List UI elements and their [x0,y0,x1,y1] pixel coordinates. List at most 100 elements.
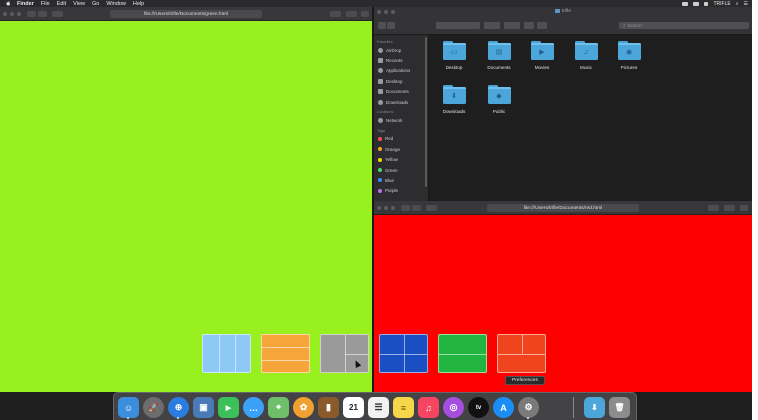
address-bar[interactable]: file:///Users/trifle/Documents/red.html [487,204,639,212]
view-icons-button[interactable] [436,22,480,29]
action-button[interactable] [504,22,520,29]
menu-window[interactable]: Window [106,1,126,7]
menu-go[interactable]: Go [92,1,99,7]
share-button[interactable] [708,205,719,211]
sidebar-item-applications[interactable]: Applications [374,66,428,76]
search-field[interactable]: ⌕ Search [619,22,749,29]
file-item-documents[interactable]: ▤ Documents [477,35,521,70]
back-button[interactable] [378,22,386,29]
dock-trash-icon[interactable]: 🗑 [609,397,630,418]
close-button[interactable] [3,12,7,16]
forward-button[interactable] [38,11,47,17]
dock-maps-icon[interactable]: ⌖ [268,397,289,418]
dock-facetime-icon[interactable]: ▶ [218,397,239,418]
sidebar-item-network[interactable]: Network [374,115,428,125]
minimize-button[interactable] [10,12,14,16]
address-bar[interactable]: file:///Users/trifle/Documents/green.htm… [110,10,262,18]
sidebar-item-documents[interactable]: Documents [374,87,428,97]
group-button[interactable] [484,22,500,29]
sidebar-tag-yellow[interactable]: Yellow [374,155,428,165]
menu-app-name[interactable]: Finder [17,1,34,7]
apple-menu-icon[interactable] [5,1,11,7]
tabs-button[interactable] [346,11,357,17]
zoom-button[interactable] [391,206,395,210]
zoom-button[interactable] [17,12,21,16]
tabs-button[interactable] [724,205,735,211]
sidebar-tag-purple[interactable]: Purple [374,186,428,196]
menu-help[interactable]: Help [133,1,144,7]
search-placeholder: Search [627,23,642,28]
dock-app-store-icon[interactable]: A [493,397,514,418]
sidebar-item-label: AirDrop [386,47,402,53]
sidebar-item-downloads[interactable]: Downloads [374,97,428,107]
sidebar-heading-locations: Locations [377,110,394,115]
sidebar-tag-green[interactable]: Green [374,165,428,175]
dock-messages-icon[interactable]: … [243,397,264,418]
close-button[interactable] [377,206,381,210]
layout-swatch-half-split[interactable] [438,334,487,373]
menu-extras: TRIFLE ⌕ ☰ [682,0,748,7]
dock-calendar-icon[interactable]: 21 [343,397,364,418]
page-content-green[interactable] [0,21,372,392]
menu-file[interactable]: File [41,1,50,7]
minimize-button[interactable] [384,206,388,210]
new-tab-button[interactable] [361,11,369,17]
dock-safari-icon[interactable]: ⊕ [168,397,189,418]
sidebar-tag-red[interactable]: Red [374,134,428,144]
user-name[interactable]: TRIFLE [713,1,730,7]
tag-button[interactable] [537,22,547,29]
sidebar-toggle-button[interactable] [426,205,437,211]
tag-dot-icon [378,168,382,173]
tag-dot-icon [378,157,382,162]
share-button[interactable] [330,11,341,17]
share-button[interactable] [524,22,534,29]
back-button[interactable] [27,11,36,17]
file-item-music[interactable]: ♫ Music [564,35,608,70]
status-grid-icon[interactable] [682,1,689,6]
dock-system-preferences-icon[interactable]: ⚙ [518,397,539,418]
dock-downloads-stack-icon[interactable]: ⬇ [584,397,605,418]
menu-view[interactable]: View [73,1,85,7]
forward-button[interactable] [387,22,395,29]
dock-music-icon[interactable]: ♫ [418,397,439,418]
sidebar-item-label: Desktop [386,78,403,84]
layout-swatch-vertical-thirds[interactable] [202,334,251,373]
layout-swatch-split-grid[interactable] [320,334,369,373]
sidebar-item-recents[interactable]: Recents [374,55,428,65]
status-grid-icon-2[interactable] [693,1,700,6]
sidebar-toggle-button[interactable] [52,11,63,17]
dock-notes-icon[interactable]: ≡ [393,397,414,418]
dock-reminders-icon[interactable]: ☰ [368,397,389,418]
control-center-icon[interactable]: ☰ [744,1,748,7]
sidebar-tag-blue[interactable]: Blue [374,175,428,185]
file-item-movies[interactable]: ▶ Movies [520,35,564,70]
sidebar-item-desktop[interactable]: Desktop [374,76,428,86]
dock-launchpad-icon[interactable]: 🚀 [143,397,164,418]
page-content-red[interactable] [374,215,752,392]
file-item-downloads[interactable]: ⬇ Downloads [432,79,476,114]
sidebar-item-airdrop[interactable]: AirDrop [374,45,428,55]
new-tab-button[interactable] [740,205,748,211]
dock-preview-icon[interactable]: ▣ [193,397,214,418]
file-item-public[interactable]: ◆ Public [477,79,521,114]
dock-notebook-icon[interactable]: ▮ [318,397,339,418]
dock-podcasts-icon[interactable]: ◎ [443,397,464,418]
finder-file-area: ▭ Desktop ▤ Documents ▶ Movies ♫ Music ◉… [429,35,752,201]
layout-swatch-horizontal-thirds[interactable] [261,334,310,373]
display-icon[interactable] [704,1,709,6]
documents-icon [378,89,383,95]
layout-swatch-top-half-grid[interactable] [497,334,546,373]
search-icon[interactable]: ⌕ [736,1,739,7]
file-item-pictures[interactable]: ◉ Pictures [607,35,651,70]
sidebar-tag-orange[interactable]: Orange [374,144,428,154]
back-button[interactable] [401,205,410,211]
dock-tv-icon[interactable]: tv [468,397,489,418]
sidebar-scrollbar[interactable] [425,37,427,187]
dock-finder-icon[interactable]: ☺ [118,397,139,418]
dock-photos-icon[interactable]: ✿ [293,397,314,418]
layout-swatch-quad-grid[interactable] [379,334,428,373]
file-item-desktop[interactable]: ▭ Desktop [432,35,476,70]
desktop-screen: Finder File Edit View Go Window Help TRI… [0,0,752,420]
menu-edit[interactable]: Edit [57,1,66,7]
forward-button[interactable] [412,205,421,211]
